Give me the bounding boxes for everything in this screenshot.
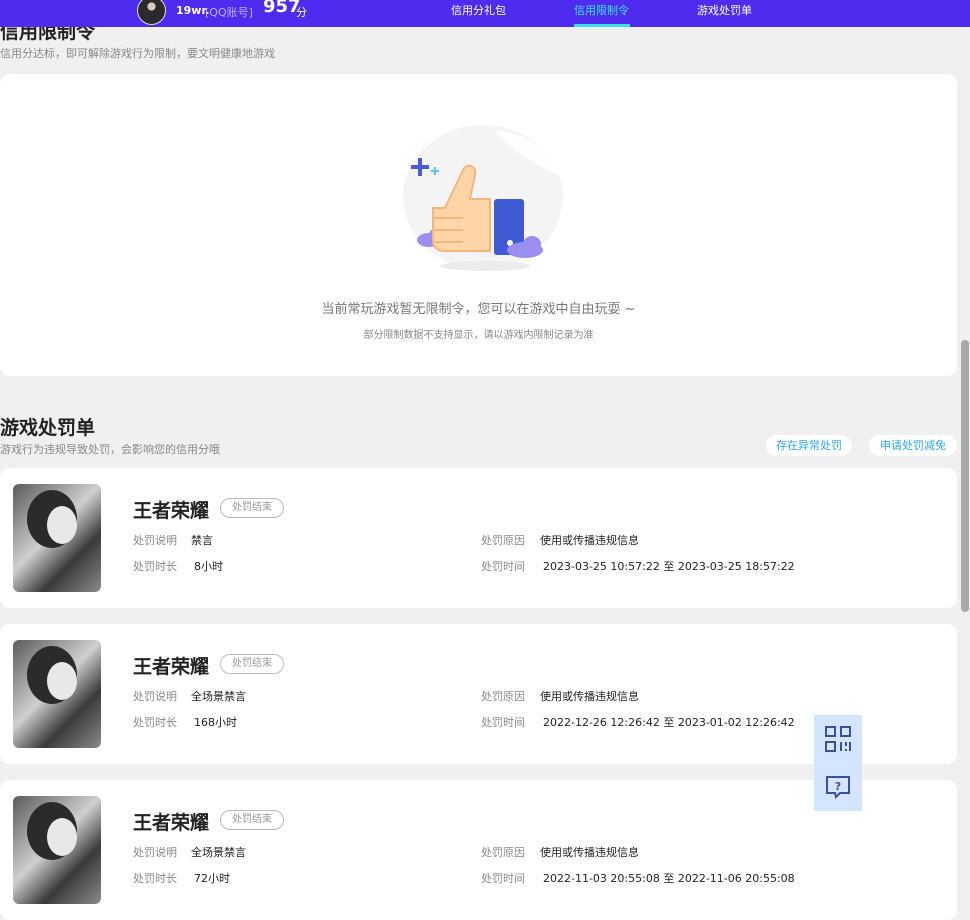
restriction-subtitle: 信用分达标，即可解除游戏行为限制，要文明健康地游戏	[0, 47, 275, 60]
reason-label: 处罚原因	[481, 534, 525, 547]
qr-code-icon	[825, 726, 851, 752]
game-hero-image	[13, 484, 101, 592]
time-value: 2023-03-25 10:57:22 至 2023-03-25 18:57:2…	[543, 560, 795, 573]
top-bar: 19wr. [QQ账号] 957 分 信用分礼包 信用限制令 游戏处罚单	[0, 0, 970, 27]
game-hero-image	[13, 796, 101, 904]
duration-value: 168小时	[194, 716, 237, 729]
reason-label: 处罚原因	[481, 846, 525, 859]
status-badge: 处罚结束	[220, 810, 284, 830]
tab-credit-gift[interactable]: 信用分礼包	[451, 2, 506, 18]
game-name: 王者荣耀	[133, 500, 210, 522]
reason-label: 处罚原因	[481, 690, 525, 703]
scrollbar-thumb[interactable]	[961, 340, 969, 612]
thumbs-up-illustration	[403, 125, 563, 271]
time-label: 处罚时间	[481, 560, 525, 573]
duration-label: 处罚时长	[133, 560, 177, 573]
desc-label: 处罚说明	[133, 534, 177, 547]
desc-value: 禁言	[191, 534, 213, 547]
status-badge: 处罚结束	[220, 654, 284, 674]
desc-value: 全场景禁言	[191, 846, 246, 859]
game-name: 王者荣耀	[133, 812, 210, 834]
game-name: 王者荣耀	[133, 656, 210, 678]
desc-label: 处罚说明	[133, 690, 177, 703]
penalty-subtitle: 游戏行为违规导致处罚，会影响您的信用分哦	[0, 443, 220, 456]
help-chat-icon: ?	[826, 776, 850, 799]
duration-value: 8小时	[194, 560, 223, 573]
game-hero-image	[13, 640, 101, 748]
qr-code-button[interactable]	[814, 715, 862, 763]
time-value: 2022-12-26 12:26:42 至 2023-01-02 12:26:4…	[543, 716, 795, 729]
time-value: 2022-11-03 20:55:08 至 2022-11-06 20:55:0…	[543, 872, 795, 885]
reason-value: 使用或传播违规信息	[540, 534, 639, 547]
help-button[interactable]: ?	[814, 763, 862, 811]
avatar[interactable]	[137, 0, 166, 25]
tab-credit-restriction[interactable]: 信用限制令	[574, 2, 629, 18]
reason-value: 使用或传播违规信息	[540, 846, 639, 859]
report-abnormal-penalty-button[interactable]: 存在异常处罚	[766, 435, 852, 456]
restriction-card: 当前常玩游戏暂无限制令，您可以在游戏中自由玩耍 ~ 部分限制数据不支持显示，请以…	[0, 74, 957, 376]
reason-value: 使用或传播违规信息	[540, 690, 639, 703]
active-tab-indicator	[574, 24, 630, 27]
time-label: 处罚时间	[481, 716, 525, 729]
duration-label: 处罚时长	[133, 872, 177, 885]
credit-score: 957	[263, 0, 301, 17]
empty-state-message: 当前常玩游戏暂无限制令，您可以在游戏中自由玩耍 ~	[321, 302, 636, 317]
desc-label: 处罚说明	[133, 846, 177, 859]
duration-label: 处罚时长	[133, 716, 177, 729]
account-type: [QQ账号]	[205, 6, 253, 19]
desc-value: 全场景禁言	[191, 690, 246, 703]
score-unit: 分	[296, 6, 307, 19]
empty-state-note: 部分限制数据不支持显示，请以游戏内限制记录为准	[363, 330, 594, 341]
duration-value: 72小时	[194, 872, 230, 885]
apply-penalty-reduction-button[interactable]: 申请处罚减免	[869, 435, 957, 456]
tab-game-penalty[interactable]: 游戏处罚单	[697, 2, 752, 18]
time-label: 处罚时间	[481, 872, 525, 885]
status-badge: 处罚结束	[220, 498, 284, 518]
penalty-title: 游戏处罚单	[0, 417, 96, 439]
penalty-record[interactable]: 王者荣耀 处罚结束 处罚说明 禁言 处罚时长 8小时 处罚原因 使用或传播违规信…	[0, 468, 957, 608]
svg-text:?: ?	[835, 780, 841, 793]
